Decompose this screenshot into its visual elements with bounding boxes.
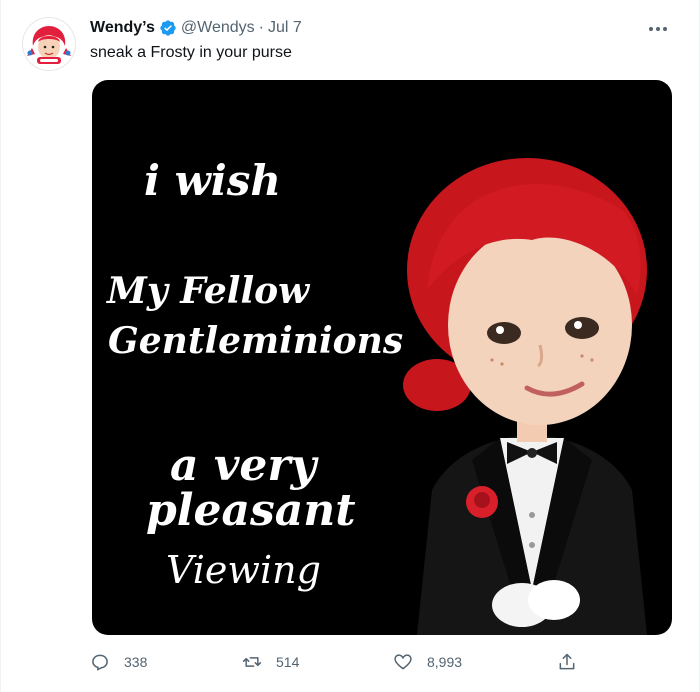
reply-button[interactable]: 338 bbox=[90, 652, 147, 672]
share-button[interactable] bbox=[557, 652, 591, 672]
meme-line-5: pleasant bbox=[146, 485, 356, 536]
wendys-logo-icon bbox=[23, 18, 75, 70]
like-button[interactable]: 8,993 bbox=[393, 652, 462, 672]
retweet-icon bbox=[242, 657, 262, 667]
like-count: 8,993 bbox=[427, 654, 463, 670]
more-dots-icon bbox=[649, 27, 667, 31]
verified-badge-icon bbox=[160, 20, 176, 36]
display-name[interactable]: Wendy’s bbox=[90, 19, 155, 37]
wendy-character-illustration bbox=[403, 158, 647, 635]
tweet-header: Wendy’s @Wendys · Jul 7 bbox=[90, 17, 659, 39]
meme-line-6: Viewing bbox=[166, 548, 321, 592]
share-icon bbox=[559, 653, 575, 670]
retweet-count: 514 bbox=[276, 654, 300, 670]
avatar[interactable] bbox=[23, 18, 75, 70]
meme-line-3: Gentleminions bbox=[108, 320, 404, 362]
timestamp[interactable]: Jul 7 bbox=[268, 19, 302, 37]
reply-count: 338 bbox=[124, 654, 148, 670]
tweet-card[interactable]: Wendy’s @Wendys · Jul 7 sneak a Frosty i… bbox=[0, 0, 700, 692]
tweet-actions: 338 514 8,993 bbox=[90, 648, 590, 676]
tweet-media-image[interactable]: i wish My Fellow Gentleminions a very pl… bbox=[92, 80, 672, 635]
heart-icon bbox=[394, 654, 412, 670]
tweet-text: sneak a Frosty in your purse bbox=[90, 44, 292, 61]
more-button[interactable] bbox=[647, 18, 669, 40]
reply-icon bbox=[92, 654, 108, 671]
handle[interactable]: @Wendys bbox=[181, 19, 255, 37]
meme-line-1: i wish bbox=[144, 156, 281, 205]
meme-line-4: a very bbox=[170, 440, 317, 491]
meme-line-2: My Fellow bbox=[107, 270, 310, 312]
retweet-button[interactable]: 514 bbox=[242, 652, 299, 672]
separator-dot: · bbox=[258, 19, 264, 36]
